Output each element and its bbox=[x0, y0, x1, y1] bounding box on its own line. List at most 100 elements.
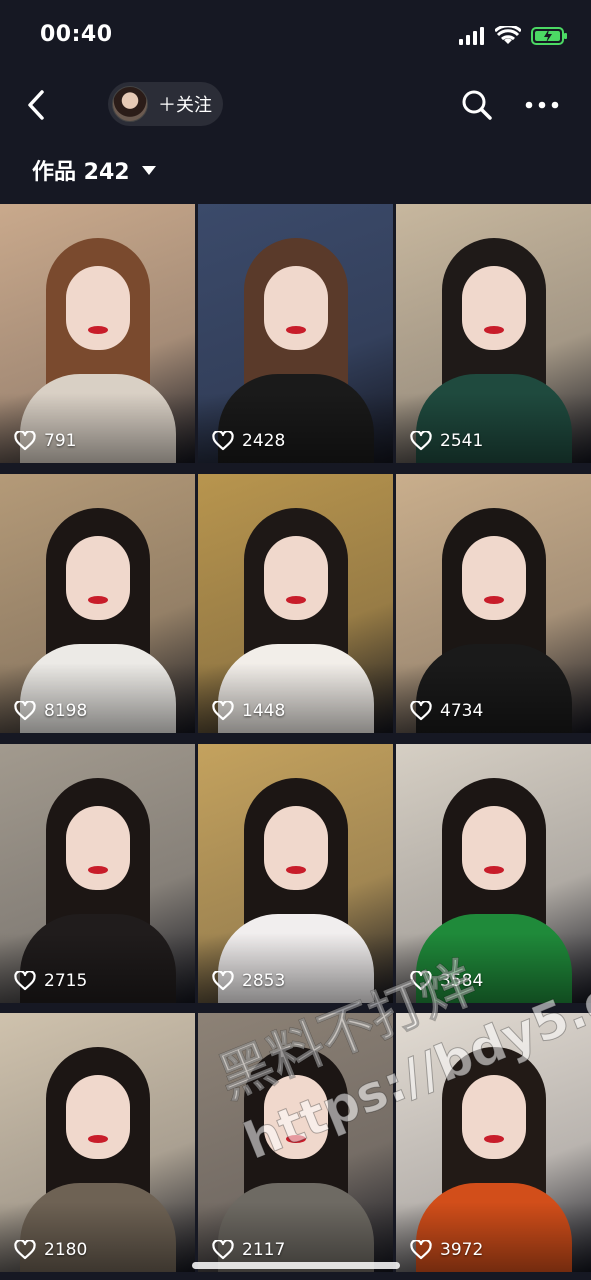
thumbnail-face bbox=[462, 535, 526, 620]
caret-down-icon bbox=[141, 165, 156, 175]
thumbnail-face bbox=[66, 535, 130, 620]
thumbnail-lips bbox=[484, 595, 504, 604]
like-count: 2715 bbox=[14, 970, 88, 991]
heart-outline-icon bbox=[14, 1240, 36, 1260]
video-tile[interactable]: 3584 bbox=[396, 743, 591, 1003]
status-icons bbox=[459, 24, 569, 48]
like-count: 2180 bbox=[14, 1240, 87, 1260]
heart-outline-icon bbox=[410, 970, 432, 990]
like-count: 2853 bbox=[212, 970, 286, 991]
thumbnail-face bbox=[66, 805, 130, 890]
like-count: 2117 bbox=[212, 1240, 285, 1260]
like-count: 1448 bbox=[212, 700, 286, 721]
like-count: 3972 bbox=[410, 1240, 483, 1260]
chevron-left-icon bbox=[28, 90, 44, 120]
like-count-value: 1448 bbox=[242, 700, 286, 721]
video-tile[interactable]: 8198 bbox=[0, 473, 195, 733]
thumbnail-face bbox=[462, 805, 526, 890]
thumbnail-lips bbox=[88, 595, 108, 604]
heart-outline-icon bbox=[410, 700, 432, 720]
thumbnail-shade bbox=[0, 393, 195, 463]
nav-bar: ＋关注 bbox=[0, 72, 591, 138]
thumbnail-face bbox=[66, 266, 130, 350]
like-count: 791 bbox=[14, 431, 76, 451]
thumbnail-shade bbox=[198, 393, 393, 463]
like-count-value: 2853 bbox=[242, 970, 286, 991]
like-count-value: 2117 bbox=[242, 1240, 286, 1261]
more-horizontal-icon bbox=[525, 101, 559, 109]
status-time: 00:40 bbox=[40, 22, 113, 47]
wifi-icon bbox=[495, 26, 521, 44]
thumbnail-face bbox=[462, 1075, 526, 1160]
heart-outline-icon bbox=[212, 431, 234, 451]
heart-outline-icon bbox=[410, 431, 432, 451]
heart-outline-icon bbox=[212, 700, 234, 720]
thumbnail-shade bbox=[198, 662, 393, 733]
follow-label: ＋关注 bbox=[158, 95, 212, 116]
thumbnail-face bbox=[462, 266, 526, 350]
thumbnail-shade bbox=[0, 1202, 195, 1273]
video-tile[interactable]: 2117 bbox=[198, 1013, 393, 1273]
thumbnail-shade bbox=[0, 662, 195, 733]
like-count: 4734 bbox=[410, 700, 484, 721]
like-count: 3584 bbox=[410, 970, 484, 991]
thumbnail-face bbox=[264, 805, 328, 890]
thumbnail-face bbox=[264, 1075, 328, 1160]
heart-outline-icon bbox=[212, 1240, 234, 1260]
cellular-signal-icon bbox=[459, 27, 484, 45]
works-tab[interactable]: 作品 242 bbox=[32, 154, 156, 186]
thumbnail-shade bbox=[396, 662, 591, 733]
video-tile[interactable]: 2541 bbox=[396, 204, 591, 463]
thumbnail-lips bbox=[286, 595, 306, 604]
works-count-label: 作品 242 bbox=[32, 160, 130, 185]
thumbnail-face bbox=[66, 1075, 130, 1160]
thumbnail-lips bbox=[88, 865, 108, 874]
like-count-value: 791 bbox=[44, 431, 77, 451]
follow-button[interactable]: ＋关注 bbox=[108, 82, 223, 126]
thumbnail-lips bbox=[484, 865, 504, 874]
like-count-value: 2715 bbox=[44, 970, 88, 991]
like-count: 2541 bbox=[410, 431, 483, 451]
search-icon bbox=[462, 90, 492, 120]
battery-charging-icon bbox=[531, 27, 567, 45]
more-button[interactable] bbox=[524, 92, 560, 118]
thumbnail-shade bbox=[396, 1202, 591, 1273]
works-header: 作品 242 bbox=[0, 138, 591, 204]
video-tile[interactable]: 4734 bbox=[396, 473, 591, 733]
status-bar: 00:40 bbox=[0, 0, 591, 72]
thumbnail-lips bbox=[88, 326, 108, 334]
thumbnail-shade bbox=[396, 932, 591, 1003]
video-tile[interactable]: 2853 bbox=[198, 743, 393, 1003]
video-tile[interactable]: 2180 bbox=[0, 1013, 195, 1273]
thumbnail-face bbox=[264, 535, 328, 620]
like-count: 8198 bbox=[14, 700, 88, 721]
heart-outline-icon bbox=[212, 970, 234, 990]
avatar bbox=[112, 86, 148, 122]
thumbnail-lips bbox=[286, 865, 306, 874]
like-count: 2428 bbox=[212, 431, 285, 451]
video-tile[interactable]: 2428 bbox=[198, 204, 393, 463]
back-button[interactable] bbox=[22, 86, 54, 124]
video-tile[interactable]: 3972 bbox=[396, 1013, 591, 1273]
heart-outline-icon bbox=[410, 1240, 432, 1260]
heart-outline-icon bbox=[14, 700, 36, 720]
like-count-value: 2180 bbox=[44, 1240, 88, 1261]
thumbnail-lips bbox=[484, 326, 504, 334]
thumbnail-shade bbox=[396, 393, 591, 463]
video-tile[interactable]: 791 bbox=[0, 204, 195, 463]
like-count-value: 4734 bbox=[440, 700, 484, 721]
like-count-value: 2541 bbox=[440, 431, 484, 451]
video-tile[interactable]: 1448 bbox=[198, 473, 393, 733]
search-button[interactable] bbox=[460, 88, 494, 122]
thumbnail-lips bbox=[286, 326, 306, 334]
like-count-value: 2428 bbox=[242, 431, 286, 451]
thumbnail-face bbox=[264, 266, 328, 350]
home-indicator bbox=[192, 1262, 400, 1269]
thumbnail-shade bbox=[0, 932, 195, 1003]
like-count-value: 3972 bbox=[440, 1240, 484, 1261]
heart-outline-icon bbox=[14, 970, 36, 990]
like-count-value: 8198 bbox=[44, 700, 88, 721]
video-grid: 791 2428 2541 8198 1448 4734 2715 2853 3584 2180 2… bbox=[0, 204, 591, 1280]
video-tile[interactable]: 2715 bbox=[0, 743, 195, 1003]
like-count-value: 3584 bbox=[440, 970, 484, 991]
